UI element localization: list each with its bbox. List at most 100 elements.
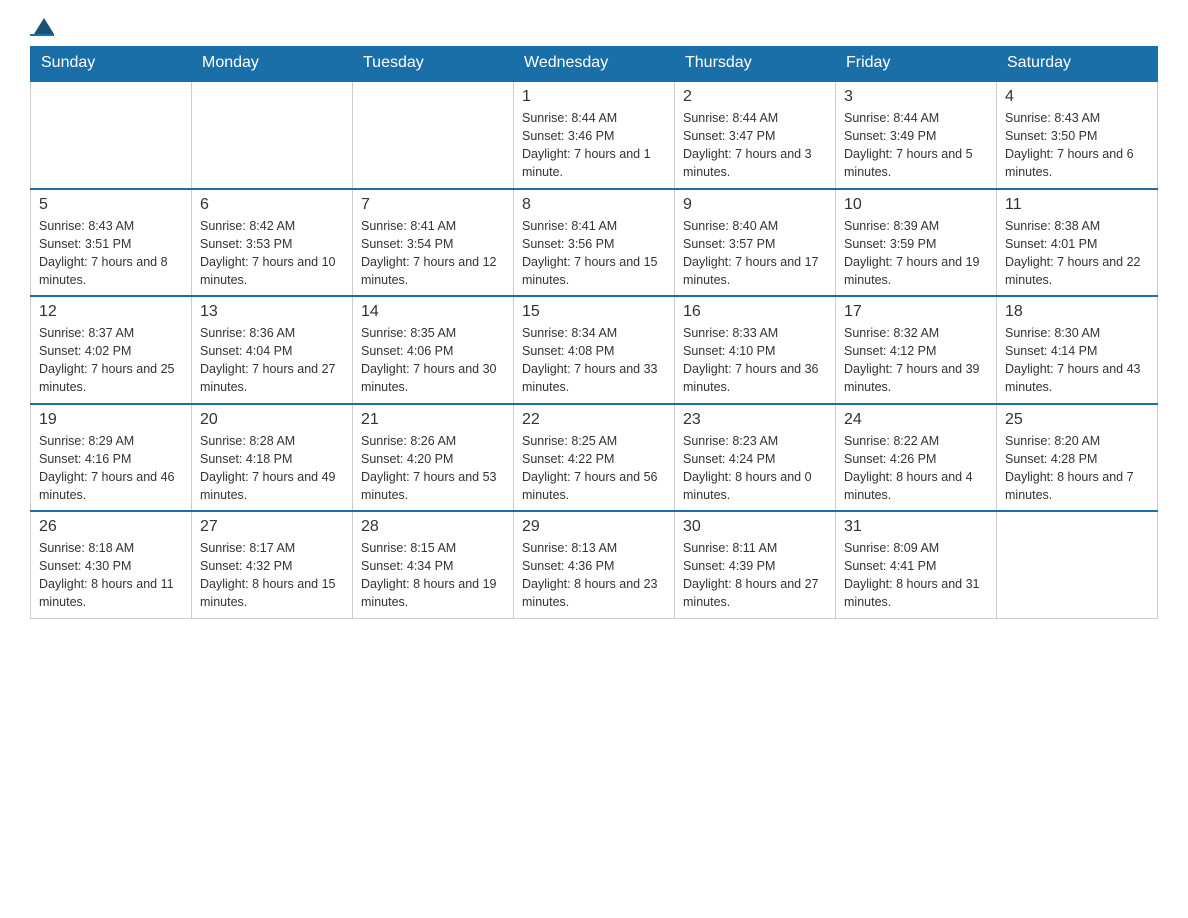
calendar-cell: 12 Sunrise: 8:37 AMSunset: 4:02 PMDayligh… [31, 296, 192, 404]
day-of-week-header: Sunday [31, 46, 192, 81]
calendar-week-row: 1 Sunrise: 8:44 AMSunset: 3:46 PMDaylight… [31, 81, 1158, 189]
calendar-week-row: 5Sunrise: 8:43 AMSunset: 3:51 PMDaylight… [31, 189, 1158, 297]
day-number: 30 [683, 518, 827, 536]
day-info: Sunrise: 8:44 AMSunset: 3:46 PMDaylight:… [522, 109, 666, 182]
day-info: Sunrise: 8:32 AMSunset: 4:12 PMDaylight:… [844, 324, 988, 397]
calendar-cell: 16 Sunrise: 8:33 AMSunset: 4:10 PMDayligh… [675, 296, 836, 404]
day-info: Sunrise: 8:17 AMSunset: 4:32 PMDaylight:… [200, 539, 344, 612]
calendar-cell: 13Sunrise: 8:36 AMSunset: 4:04 PMDayligh… [192, 296, 353, 404]
day-info: Sunrise: 8:39 AMSunset: 3:59 PMDaylight:… [844, 217, 988, 290]
calendar-cell: 31 Sunrise: 8:09 AMSunset: 4:41 PMDayligh… [836, 511, 997, 618]
calendar-cell [997, 511, 1158, 618]
day-number: 5 [39, 196, 183, 214]
logo-triangle-icon [34, 18, 54, 34]
day-info: Sunrise: 8:33 AMSunset: 4:10 PMDaylight:… [683, 324, 827, 397]
calendar-cell: 6 Sunrise: 8:42 AMSunset: 3:53 PMDaylight… [192, 189, 353, 297]
calendar-cell: 9 Sunrise: 8:40 AMSunset: 3:57 PMDaylight… [675, 189, 836, 297]
day-info: Sunrise: 8:38 AMSunset: 4:01 PMDaylight:… [1005, 217, 1149, 290]
day-number: 26 [39, 518, 183, 536]
calendar-cell: 2Sunrise: 8:44 AMSunset: 3:47 PMDaylight… [675, 81, 836, 189]
day-number: 21 [361, 411, 505, 429]
day-info: Sunrise: 8:20 AMSunset: 4:28 PMDaylight:… [1005, 432, 1149, 505]
day-number: 1 [522, 88, 666, 106]
day-number: 31 [844, 518, 988, 536]
day-info: Sunrise: 8:37 AMSunset: 4:02 PMDaylight:… [39, 324, 183, 397]
day-info: Sunrise: 8:30 AMSunset: 4:14 PMDaylight:… [1005, 324, 1149, 397]
day-info: Sunrise: 8:28 AMSunset: 4:18 PMDaylight:… [200, 432, 344, 505]
day-info: Sunrise: 8:42 AMSunset: 3:53 PMDaylight:… [200, 217, 344, 290]
day-info: Sunrise: 8:40 AMSunset: 3:57 PMDaylight:… [683, 217, 827, 290]
day-info: Sunrise: 8:26 AMSunset: 4:20 PMDaylight:… [361, 432, 505, 505]
page-header [30, 20, 1158, 36]
day-number: 11 [1005, 196, 1149, 214]
day-number: 12 [39, 303, 183, 321]
calendar-cell: 30 Sunrise: 8:11 AMSunset: 4:39 PMDayligh… [675, 511, 836, 618]
day-info: Sunrise: 8:44 AMSunset: 3:47 PMDaylight:… [683, 109, 827, 182]
day-number: 10 [844, 196, 988, 214]
calendar-week-row: 12 Sunrise: 8:37 AMSunset: 4:02 PMDayligh… [31, 296, 1158, 404]
calendar-cell: 5Sunrise: 8:43 AMSunset: 3:51 PMDaylight… [31, 189, 192, 297]
day-number: 16 [683, 303, 827, 321]
day-of-week-header: Thursday [675, 46, 836, 81]
day-info: Sunrise: 8:13 AMSunset: 4:36 PMDaylight:… [522, 539, 666, 612]
calendar-cell [31, 81, 192, 189]
day-of-week-header: Saturday [997, 46, 1158, 81]
day-number: 20 [200, 411, 344, 429]
day-info: Sunrise: 8:43 AMSunset: 3:50 PMDaylight:… [1005, 109, 1149, 182]
day-number: 29 [522, 518, 666, 536]
calendar-cell: 23 Sunrise: 8:23 AMSunset: 4:24 PMDayligh… [675, 404, 836, 512]
day-info: Sunrise: 8:25 AMSunset: 4:22 PMDaylight:… [522, 432, 666, 505]
day-info: Sunrise: 8:34 AMSunset: 4:08 PMDaylight:… [522, 324, 666, 397]
day-info: Sunrise: 8:23 AMSunset: 4:24 PMDaylight:… [683, 432, 827, 505]
calendar-cell: 17 Sunrise: 8:32 AMSunset: 4:12 PMDayligh… [836, 296, 997, 404]
day-number: 25 [1005, 411, 1149, 429]
calendar-cell: 1 Sunrise: 8:44 AMSunset: 3:46 PMDaylight… [514, 81, 675, 189]
calendar-header: SundayMondayTuesdayWednesdayThursdayFrid… [31, 46, 1158, 81]
calendar-cell: 11 Sunrise: 8:38 AMSunset: 4:01 PMDayligh… [997, 189, 1158, 297]
day-of-week-header: Tuesday [353, 46, 514, 81]
day-number: 14 [361, 303, 505, 321]
logo [30, 20, 54, 36]
day-number: 6 [200, 196, 344, 214]
calendar-cell [353, 81, 514, 189]
calendar-cell: 28 Sunrise: 8:15 AMSunset: 4:34 PMDayligh… [353, 511, 514, 618]
calendar-cell: 18 Sunrise: 8:30 AMSunset: 4:14 PMDayligh… [997, 296, 1158, 404]
day-info: Sunrise: 8:15 AMSunset: 4:34 PMDaylight:… [361, 539, 505, 612]
day-number: 3 [844, 88, 988, 106]
day-number: 24 [844, 411, 988, 429]
calendar-cell: 19 Sunrise: 8:29 AMSunset: 4:16 PMDayligh… [31, 404, 192, 512]
calendar-cell: 4 Sunrise: 8:43 AMSunset: 3:50 PMDaylight… [997, 81, 1158, 189]
day-number: 28 [361, 518, 505, 536]
logo-underline [30, 34, 54, 36]
day-info: Sunrise: 8:41 AMSunset: 3:56 PMDaylight:… [522, 217, 666, 290]
calendar-cell: 3 Sunrise: 8:44 AMSunset: 3:49 PMDaylight… [836, 81, 997, 189]
calendar-cell: 27Sunrise: 8:17 AMSunset: 4:32 PMDayligh… [192, 511, 353, 618]
calendar-cell: 21 Sunrise: 8:26 AMSunset: 4:20 PMDayligh… [353, 404, 514, 512]
day-number: 18 [1005, 303, 1149, 321]
day-info: Sunrise: 8:36 AMSunset: 4:04 PMDaylight:… [200, 324, 344, 397]
day-number: 7 [361, 196, 505, 214]
calendar-cell [192, 81, 353, 189]
day-number: 17 [844, 303, 988, 321]
day-number: 4 [1005, 88, 1149, 106]
day-info: Sunrise: 8:18 AMSunset: 4:30 PMDaylight:… [39, 539, 183, 612]
day-info: Sunrise: 8:44 AMSunset: 3:49 PMDaylight:… [844, 109, 988, 182]
calendar-cell: 25 Sunrise: 8:20 AMSunset: 4:28 PMDayligh… [997, 404, 1158, 512]
day-info: Sunrise: 8:09 AMSunset: 4:41 PMDaylight:… [844, 539, 988, 612]
calendar-cell: 15 Sunrise: 8:34 AMSunset: 4:08 PMDayligh… [514, 296, 675, 404]
day-number: 15 [522, 303, 666, 321]
day-info: Sunrise: 8:11 AMSunset: 4:39 PMDaylight:… [683, 539, 827, 612]
day-number: 19 [39, 411, 183, 429]
calendar-cell: 8 Sunrise: 8:41 AMSunset: 3:56 PMDaylight… [514, 189, 675, 297]
calendar-cell: 7Sunrise: 8:41 AMSunset: 3:54 PMDaylight… [353, 189, 514, 297]
calendar-cell: 22 Sunrise: 8:25 AMSunset: 4:22 PMDayligh… [514, 404, 675, 512]
day-of-week-header: Monday [192, 46, 353, 81]
calendar-cell: 20 Sunrise: 8:28 AMSunset: 4:18 PMDayligh… [192, 404, 353, 512]
day-number: 8 [522, 196, 666, 214]
day-number: 22 [522, 411, 666, 429]
day-number: 23 [683, 411, 827, 429]
day-of-week-header: Friday [836, 46, 997, 81]
calendar-week-row: 19 Sunrise: 8:29 AMSunset: 4:16 PMDayligh… [31, 404, 1158, 512]
day-info: Sunrise: 8:29 AMSunset: 4:16 PMDaylight:… [39, 432, 183, 505]
day-number: 9 [683, 196, 827, 214]
